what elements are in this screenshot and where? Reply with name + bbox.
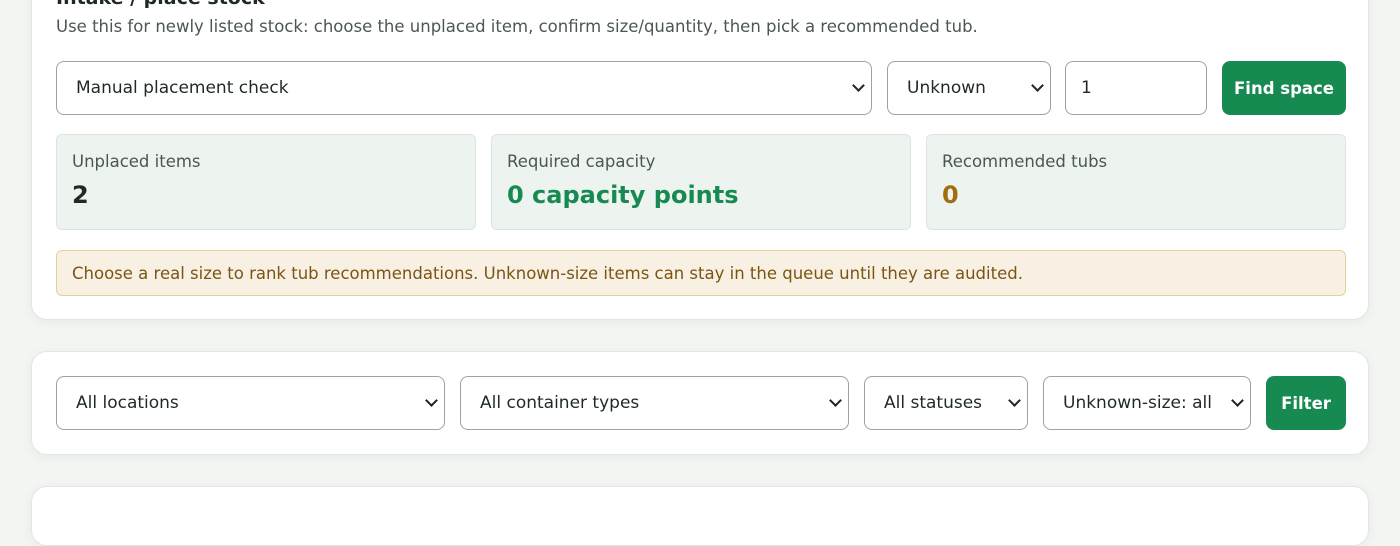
item-select[interactable]: Manual placement check — [56, 61, 872, 115]
chevron-down-icon — [1008, 394, 1021, 407]
item-select-value: Manual placement check — [76, 78, 289, 98]
stat-required-capacity: Required capacity 0 capacity points — [491, 134, 911, 230]
stat-label: Unplaced items — [72, 152, 201, 171]
unknown-size-select-value: Unknown-size: all — [1063, 393, 1213, 413]
location-select-value: All locations — [76, 393, 179, 413]
status-select-value: All statuses — [884, 393, 983, 413]
intake-title: Intake / place stock — [56, 0, 265, 9]
chevron-down-icon — [829, 394, 842, 407]
chevron-down-icon — [1231, 394, 1244, 407]
find-space-button[interactable]: Find space — [1222, 61, 1346, 115]
size-select-value: Unknown — [907, 78, 986, 98]
stat-unplaced-items: Unplaced items 2 — [56, 134, 476, 230]
container-type-select-value: All container types — [480, 393, 640, 413]
intake-card: Intake / place stock Use this for newly … — [31, 0, 1369, 320]
chevron-down-icon — [852, 79, 865, 92]
location-select[interactable]: All locations — [56, 376, 445, 430]
stat-value: 2 — [72, 181, 89, 209]
stat-recommended-tubs: Recommended tubs 0 — [926, 134, 1346, 230]
status-select[interactable]: All statuses — [864, 376, 1028, 430]
stat-label: Required capacity — [507, 152, 656, 171]
intake-subtitle: Use this for newly listed stock: choose … — [56, 17, 978, 36]
stat-value: 0 capacity points — [507, 181, 739, 209]
size-select[interactable]: Unknown — [887, 61, 1051, 115]
size-notice: Choose a real size to rank tub recommend… — [56, 250, 1346, 296]
chevron-down-icon — [425, 394, 438, 407]
unknown-size-select[interactable]: Unknown-size: all — [1043, 376, 1251, 430]
chevron-down-icon — [1031, 79, 1044, 92]
stat-value: 0 — [942, 181, 959, 209]
stat-label: Recommended tubs — [942, 152, 1108, 171]
quantity-value: 1 — [1081, 78, 1092, 98]
filter-card: All locations All container types All st… — [31, 351, 1369, 455]
container-type-select[interactable]: All container types — [460, 376, 849, 430]
filter-button[interactable]: Filter — [1266, 376, 1346, 430]
quantity-input[interactable]: 1 — [1065, 61, 1207, 115]
results-card — [31, 486, 1369, 546]
